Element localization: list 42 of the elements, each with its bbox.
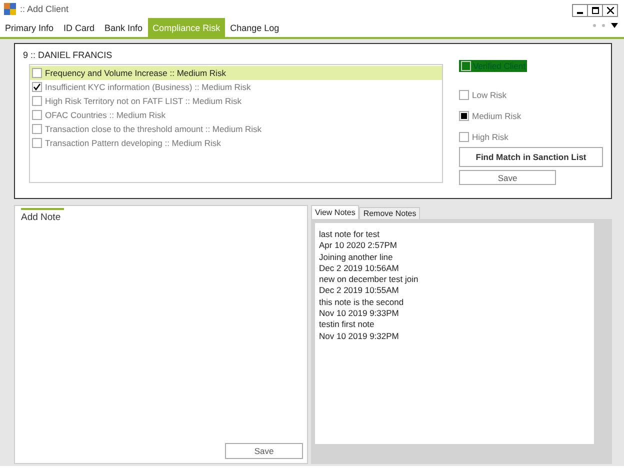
checkbox[interactable] [32, 82, 42, 92]
note-line: Joining another line [319, 252, 394, 263]
note-line: Nov 10 2019 9:33PM [319, 308, 400, 320]
client-heading: 9 :: DANIEL FRANCIS [23, 50, 114, 60]
note-line: this note is the second [319, 296, 405, 308]
notes-tab[interactable]: View Notes [311, 205, 360, 219]
risk-level-box[interactable] [459, 111, 469, 121]
note-line: Nov 10 2019 9:32PM [319, 330, 400, 342]
risk-factor-item[interactable]: Transaction Pattern developing :: Medium Risk [30, 136, 442, 150]
note-line: Dec 2 2019 10:55AM [319, 285, 400, 297]
dropdown-caret-icon[interactable] [611, 23, 618, 28]
checkbox[interactable] [32, 68, 42, 78]
maximize-icon [592, 7, 598, 14]
note-line: Dec 2 2019 10:56AM [319, 262, 400, 274]
close-button[interactable] [602, 4, 618, 17]
note-line: testin first note [319, 319, 376, 331]
risk-factor-item[interactable]: Frequency and Volume Increase :: Medium Risk [30, 66, 442, 80]
notes-tab[interactable]: Remove Notes [359, 207, 420, 219]
risk-factor-item[interactable]: Insufficient KYC information (Business) :: Medium Risk [30, 80, 442, 94]
scroll-left-icon[interactable] [593, 24, 596, 27]
app-icon [4, 3, 16, 15]
risk-level-option[interactable]: High Risk [459, 130, 603, 144]
note-line: Apr 10 2020 2:57PM [319, 240, 398, 252]
checkbox[interactable] [32, 110, 42, 120]
close-icon [606, 7, 614, 14]
risk-level-option[interactable]: Low Risk [459, 88, 603, 102]
scroll-right-icon[interactable] [602, 24, 605, 27]
checkbox[interactable] [32, 124, 42, 134]
window-title: :: Add Client [20, 4, 69, 14]
save-button[interactable]: Save [459, 170, 556, 185]
maximize-button[interactable] [587, 4, 603, 17]
find-match-button[interactable]: Find Match in Sanction List [459, 147, 603, 167]
save-note-button[interactable]: Save [225, 443, 303, 459]
minimize-button[interactable] [572, 4, 588, 17]
risk-level-option[interactable]: Medium Risk [459, 109, 603, 123]
risk-factor-item[interactable]: Transaction close to the threshold amount :: Medium Risk [30, 122, 442, 136]
checkbox[interactable] [32, 96, 42, 106]
note-line: last note for test [319, 229, 380, 240]
risk-factor-item[interactable]: High Risk Territory not on FATF LIST :: Medium Risk [30, 94, 442, 108]
note-line: new on december test join [319, 274, 420, 286]
risk-factor-item[interactable]: OFAC Countries :: Medium Risk [30, 108, 442, 122]
checkbox[interactable] [32, 138, 42, 148]
